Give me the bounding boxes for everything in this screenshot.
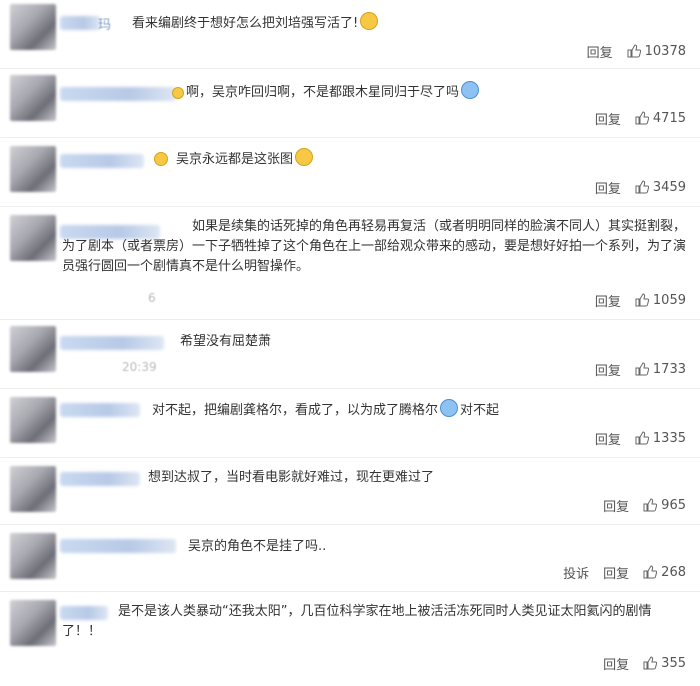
like-button[interactable]: 1733	[635, 362, 686, 377]
username[interactable]	[60, 472, 140, 486]
username-fragment: 玛	[98, 18, 112, 33]
thumbs-up-icon	[643, 565, 658, 579]
username[interactable]	[60, 539, 176, 553]
avatar[interactable]	[10, 4, 56, 50]
like-count: 268	[661, 564, 686, 580]
comment-actions: 回复 355	[603, 654, 686, 673]
avatar[interactable]	[10, 215, 56, 261]
comment-text: 对不起，把编剧龚格尔，看成了，以为成了腾格尔 对不起	[152, 399, 688, 421]
reply-button[interactable]: 回复	[587, 42, 613, 61]
like-button[interactable]: 355	[643, 656, 686, 671]
comment-actions: 回复 965	[603, 496, 686, 515]
laugh-emoji-icon	[295, 148, 314, 166]
comment: 是不是该人类暴动“还我太阳”，几百位科学家在地上被活活冻死同时人类见证太阳氦闪的…	[0, 592, 700, 686]
reply-button[interactable]: 回复	[603, 563, 629, 582]
like-button[interactable]: 4715	[635, 111, 686, 126]
avatar[interactable]	[10, 600, 56, 646]
comment-actions: 回复 3459	[595, 178, 686, 197]
comment-text: 啊，吴京咋回归啊，不是都跟木星同归于尽了吗	[172, 81, 688, 103]
like-count: 1335	[652, 430, 686, 446]
thumbs-up-icon	[635, 362, 649, 376]
comment: 玛 看来编剧终于想好怎么把刘培强写活了! 回复 10378	[0, 0, 700, 68]
like-button[interactable]: 1059	[635, 293, 686, 308]
thumbs-up-icon	[643, 656, 658, 670]
username[interactable]	[60, 87, 176, 101]
reply-button[interactable]: 回复	[595, 178, 621, 197]
like-button[interactable]: 3459	[635, 180, 686, 195]
badge-icon	[172, 87, 184, 99]
comment-actions: 回复 4715	[595, 109, 686, 128]
comment-actions: 投诉 回复 268	[563, 563, 686, 582]
username[interactable]	[60, 154, 144, 168]
reply-button[interactable]: 回复	[603, 496, 629, 515]
comment-text: 看来编剧终于想好怎么把刘培强写活了!	[132, 12, 688, 34]
reply-button[interactable]: 回复	[595, 109, 621, 128]
username[interactable]	[60, 336, 164, 350]
avatar[interactable]	[10, 466, 56, 512]
comment-text: 吴京的角色不是挂了吗..	[188, 539, 327, 554]
avatar[interactable]	[10, 326, 56, 372]
emoji-icon	[461, 81, 480, 99]
like-count: 965	[661, 497, 686, 513]
comment-text: 希望没有屈楚萧	[180, 334, 272, 349]
like-count: 10378	[644, 43, 686, 59]
like-button[interactable]: 10378	[627, 44, 686, 59]
reply-button[interactable]: 回复	[595, 429, 621, 448]
reply-button[interactable]: 回复	[595, 360, 621, 379]
comment-actions: 回复 1059	[595, 291, 686, 310]
avatar[interactable]	[10, 146, 56, 192]
thumbs-up-icon	[643, 498, 658, 512]
username[interactable]	[60, 403, 140, 417]
thumbs-up-icon	[627, 44, 641, 58]
comment-text: 吴京永远都是这张图	[154, 148, 688, 170]
timestamp: 6	[148, 291, 156, 305]
comment: 啊，吴京咋回归啊，不是都跟木星同归于尽了吗 回复 4715	[0, 69, 700, 137]
comment: 如果是续集的话死掉的角色再轻易再复活（或者明明同样的脸演不同人）其实挺割裂，为了…	[0, 207, 700, 319]
thumbs-up-icon	[635, 431, 649, 445]
avatar[interactable]	[10, 533, 56, 579]
thumbs-up-icon	[635, 293, 649, 307]
thumbs-up-icon	[635, 180, 649, 194]
like-button[interactable]: 965	[643, 498, 686, 513]
comment: 吴京永远都是这张图 回复 3459	[0, 138, 700, 206]
comment-actions: 回复 1335	[595, 429, 686, 448]
comment-text: 想到达叔了，当时看电影就好难过，现在更难过了	[148, 470, 435, 485]
like-count: 3459	[652, 179, 686, 195]
like-count: 1059	[652, 292, 686, 308]
doge-emoji-icon	[360, 12, 379, 30]
like-count: 4715	[652, 110, 686, 126]
emoji-icon	[440, 399, 459, 417]
like-count: 1733	[652, 361, 686, 377]
report-button[interactable]: 投诉	[563, 563, 589, 582]
comment: 对不起，把编剧龚格尔，看成了，以为成了腾格尔 对不起 回复 1335	[0, 389, 700, 457]
like-count: 355	[661, 655, 686, 671]
thumbs-up-icon	[635, 111, 649, 125]
comment: 吴京的角色不是挂了吗.. 投诉 回复 268	[0, 525, 700, 591]
comment: 希望没有屈楚萧 20:39 回复 1733	[0, 320, 700, 388]
avatar[interactable]	[10, 397, 56, 443]
like-button[interactable]: 1335	[635, 431, 686, 446]
comment-actions: 回复 10378	[587, 42, 686, 61]
timestamp: 20:39	[122, 360, 157, 374]
username[interactable]	[60, 16, 100, 30]
comment-text: 是不是该人类暴动“还我太阳”，几百位科学家在地上被活活冻死同时人类见证太阳氦闪的…	[62, 604, 652, 639]
reply-button[interactable]: 回复	[595, 291, 621, 310]
comment: 想到达叔了，当时看电影就好难过，现在更难过了 回复 965	[0, 458, 700, 524]
comment-text: 如果是续集的话死掉的角色再轻易再复活（或者明明同样的脸演不同人）其实挺割裂，为了…	[62, 219, 687, 274]
like-button[interactable]: 268	[643, 565, 686, 580]
badge-icon	[154, 152, 168, 166]
reply-button[interactable]: 回复	[603, 654, 629, 673]
avatar[interactable]	[10, 75, 56, 121]
comment-actions: 回复 1733	[595, 360, 686, 379]
